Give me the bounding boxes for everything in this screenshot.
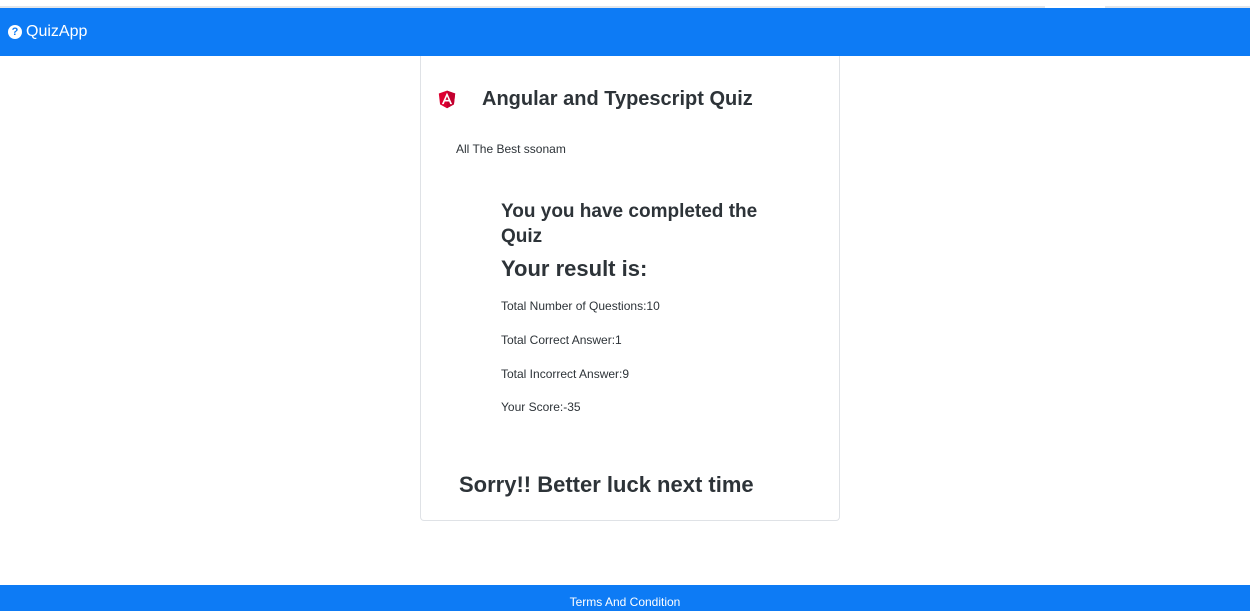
navbar: ? QuizApp <box>0 8 1250 56</box>
terms-link[interactable]: Terms And Condition <box>570 595 681 609</box>
completion-message: You you have completed the Quiz <box>501 201 758 247</box>
total-questions-stat: Total Number of Questions:10 <box>501 299 660 313</box>
quiz-result-card: Angular and Typescript Quiz All The Best… <box>420 56 840 521</box>
correct-answers-stat: Total Correct Answer:1 <box>501 333 622 347</box>
brand-link[interactable]: ? QuizApp <box>8 23 87 41</box>
question-circle-icon: ? <box>8 25 22 39</box>
closing-message: Sorry!! Better luck next time <box>459 472 754 497</box>
result-heading: Your result is: <box>501 256 648 281</box>
quiz-title: Angular and Typescript Quiz <box>482 87 753 110</box>
brand-label: QuizApp <box>26 23 88 40</box>
score-stat: Your Score:-35 <box>501 400 581 414</box>
incorrect-answers-stat: Total Incorrect Answer:9 <box>501 367 630 381</box>
angular-logo-icon <box>438 90 456 109</box>
footer: Terms And Condition <box>0 585 1250 611</box>
greeting-text: All The Best ssonam <box>456 142 566 156</box>
card-header: Angular and Typescript Quiz <box>436 87 753 111</box>
browser-top-edge <box>0 0 1250 8</box>
